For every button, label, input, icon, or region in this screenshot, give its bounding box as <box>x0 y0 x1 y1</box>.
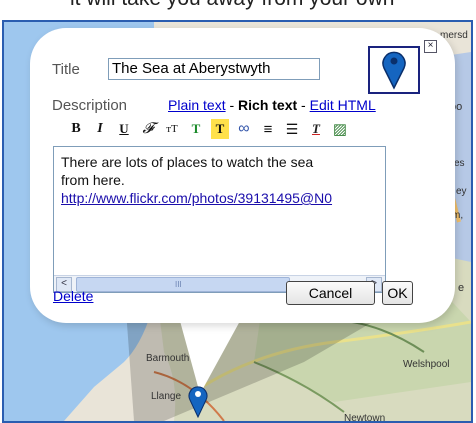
marker-style-button[interactable] <box>368 46 420 94</box>
title-field[interactable]: The Sea at Aberystwyth <box>108 58 320 80</box>
text-color-icon[interactable]: T <box>184 119 208 139</box>
font-size-icon[interactable]: тТ <box>160 119 184 139</box>
map-label-barmouth: Barmouth <box>146 353 190 364</box>
plain-text-link[interactable]: Plain text <box>168 97 226 113</box>
title-label: Title <box>52 61 80 78</box>
map-label-es: es <box>454 158 465 169</box>
scroll-grip-icon: III <box>175 280 182 289</box>
edit-html-link[interactable]: Edit HTML <box>310 97 376 113</box>
delete-link[interactable]: Delete <box>53 288 93 304</box>
description-editor[interactable]: There are lots of places to watch the se… <box>53 146 386 293</box>
image-icon[interactable]: ▨ <box>328 119 352 139</box>
description-label: Description <box>52 97 128 114</box>
scrollbar-thumb[interactable]: III <box>76 277 290 292</box>
placemark-icon <box>382 51 406 90</box>
description-line: There are lots of places to watch the se… <box>61 154 314 170</box>
description-line: from here. <box>61 172 125 188</box>
underline-icon[interactable]: U <box>112 119 136 139</box>
font-family-icon[interactable]: 𝓕 <box>136 119 160 139</box>
link-icon[interactable]: ∞ <box>232 119 256 139</box>
map-label-welshpool: Welshpool <box>403 359 450 370</box>
map-label-newtown: Newtown <box>344 413 386 423</box>
highlight-icon[interactable]: T <box>211 119 229 139</box>
close-icon[interactable]: × <box>424 40 437 53</box>
rich-text-toolbar: B I U 𝓕 тТ T T ∞ ≡ ☰ T ▨ <box>64 118 352 140</box>
map-marker-icon[interactable] <box>187 384 209 418</box>
editor-mode-switch: Plain text - Rich text - Edit HTML <box>168 97 376 113</box>
bold-icon[interactable]: B <box>64 119 88 139</box>
mode-separator: - <box>297 97 310 113</box>
description-link[interactable]: http://www.flickr.com/photos/39131495@N0 <box>61 189 332 207</box>
map-label-ey: ey <box>456 186 467 197</box>
map-label-llange: Llange <box>151 391 182 402</box>
description-content[interactable]: There are lots of places to watch the se… <box>61 153 332 207</box>
italic-icon[interactable]: I <box>88 119 112 139</box>
map-label-e: e <box>458 282 465 294</box>
ok-button[interactable]: OK <box>382 281 413 305</box>
bullet-list-icon[interactable]: ☰ <box>280 119 304 139</box>
rich-text-label: Rich text <box>238 97 298 113</box>
cancel-button[interactable]: Cancel <box>286 281 375 305</box>
caption-text: it will take you away from your own <box>70 0 394 11</box>
mode-separator: - <box>225 97 239 113</box>
numbered-list-icon[interactable]: ≡ <box>256 119 280 139</box>
remove-format-icon[interactable]: T <box>304 119 328 139</box>
